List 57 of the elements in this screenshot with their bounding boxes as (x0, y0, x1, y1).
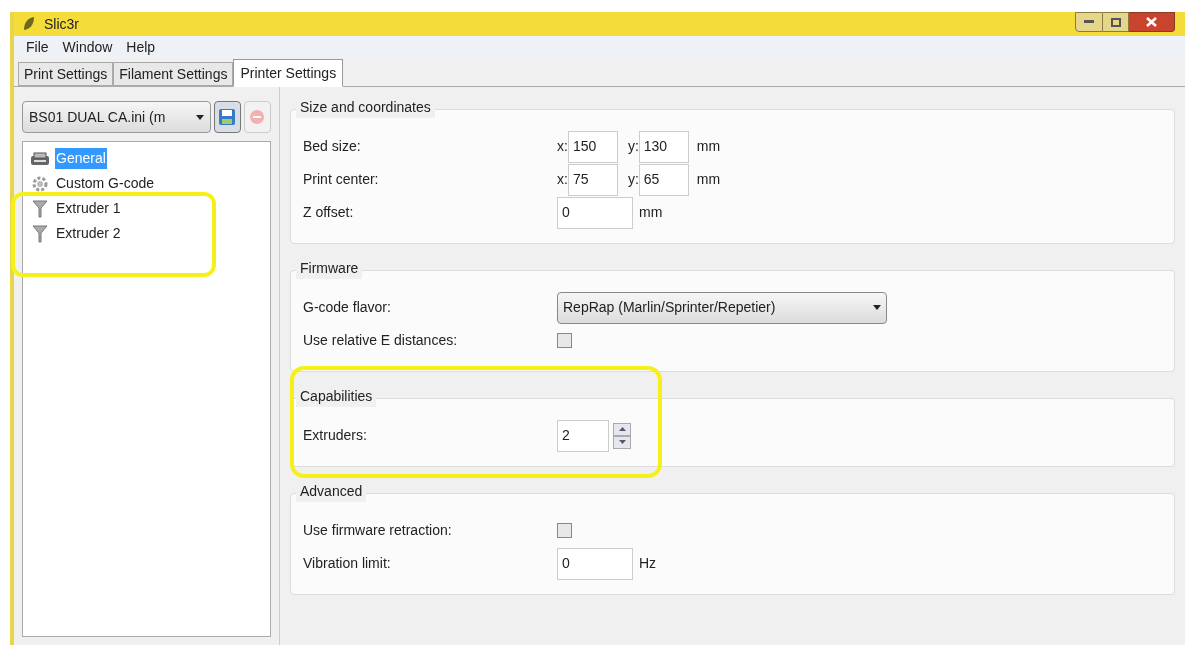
field-label: Extruders: (303, 426, 368, 445)
maximize-button[interactable] (1103, 12, 1129, 32)
caret-icon (873, 305, 881, 310)
unit-label: mm (639, 203, 663, 222)
maximize-icon (1110, 17, 1121, 27)
field-label: Print center: (303, 170, 380, 189)
up-arrow-icon (618, 427, 626, 431)
input-field[interactable]: 0 (557, 196, 633, 229)
funnel-icon (32, 199, 48, 218)
checkbox[interactable] (557, 523, 572, 538)
unit-label: Hz (639, 554, 657, 573)
axis-label: x: (557, 170, 568, 189)
input-field[interactable]: 2 (557, 419, 609, 452)
axis-label: y: (627, 170, 639, 189)
input-field[interactable]: 65 (638, 163, 689, 196)
minimize-button[interactable] (1075, 12, 1103, 32)
preset-dropdown[interactable]: BS01 DUAL CA.ini (m (22, 101, 211, 133)
input-field[interactable]: 150 (567, 130, 618, 163)
tab[interactable]: Filament Settings (113, 62, 234, 86)
field-label: Use firmware retraction: (303, 521, 453, 540)
funnel-icon (32, 224, 48, 243)
app-logo-icon (22, 16, 36, 32)
unit-label: mm (696, 170, 721, 189)
down-arrow-icon (618, 440, 626, 444)
menu-item[interactable]: File (26, 36, 49, 58)
remove-icon (249, 109, 266, 125)
minimize-icon (1084, 20, 1094, 24)
input-field[interactable]: 75 (567, 163, 618, 196)
caret-icon (195, 114, 204, 120)
field-label: G-code flavor: (303, 298, 392, 317)
close-icon (1146, 17, 1157, 27)
tree-item[interactable]: Extruder 2 (55, 223, 122, 244)
gear-icon (31, 174, 49, 193)
flavor-dropdown[interactable]: RepRap (Marlin/Sprinter/Repetier) (557, 291, 887, 324)
printer-icon (30, 151, 50, 166)
dropdown-value: RepRap (Marlin/Sprinter/Repetier) (563, 298, 776, 317)
unit-label: mm (696, 137, 721, 156)
preset-value: BS01 DUAL CA.ini (m (29, 107, 166, 127)
input-field[interactable]: 130 (638, 130, 689, 163)
field-label: Z offset: (303, 203, 355, 222)
menu-item[interactable]: Window (62, 36, 113, 58)
menu-item[interactable]: Help (126, 36, 156, 58)
field-label: Vibration limit: (303, 554, 392, 573)
tree-item[interactable]: Custom G-code (55, 173, 156, 194)
axis-label: y: (627, 137, 639, 156)
checkbox[interactable] (557, 333, 572, 348)
window-title: Slic3r (44, 14, 79, 34)
field-label: Bed size: (303, 137, 362, 156)
spin-up-button[interactable] (613, 422, 631, 436)
tab[interactable]: Printer Settings (233, 59, 344, 87)
axis-label: x: (557, 137, 568, 156)
save-button[interactable] (213, 101, 241, 133)
tree-item[interactable]: Extruder 1 (55, 198, 122, 219)
close-button[interactable] (1129, 12, 1175, 32)
input-field[interactable]: 0 (557, 547, 633, 580)
field-label: Use relative E distances: (303, 331, 459, 350)
tab[interactable]: Print Settings (18, 62, 114, 86)
